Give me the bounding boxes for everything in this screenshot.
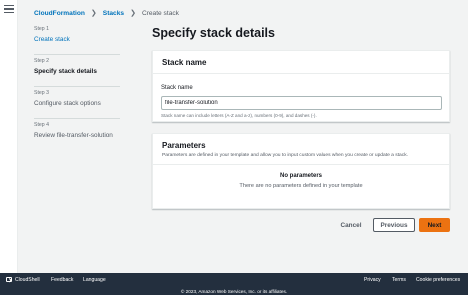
- panel-title: Stack name: [162, 58, 207, 67]
- step-link-create-stack[interactable]: Create stack: [34, 36, 120, 43]
- step-divider: [34, 54, 120, 55]
- cookie-preferences-link[interactable]: Cookie preferences: [416, 277, 460, 283]
- panel-header: Stack name: [153, 51, 449, 74]
- step-number: Step 3: [34, 90, 49, 96]
- previous-button[interactable]: Previous: [373, 218, 415, 232]
- breadcrumb-cloudformation[interactable]: CloudFormation: [34, 10, 85, 17]
- next-button[interactable]: Next: [419, 218, 450, 232]
- language-link[interactable]: Language: [83, 277, 106, 283]
- cancel-button[interactable]: Cancel: [338, 219, 364, 231]
- copyright-text: © 2023, Amazon Web Services, Inc. or its…: [180, 289, 288, 294]
- step-label: Review file-transfer-solution: [34, 132, 113, 139]
- empty-state-title: No parameters: [279, 173, 323, 179]
- panel-description: Parameters are defined in your template …: [162, 153, 409, 158]
- stack-name-panel: Stack name Stack name Stack name can inc…: [152, 50, 450, 122]
- menu-icon[interactable]: [4, 5, 14, 15]
- wizard-step-1: Step 1 Create stack: [34, 26, 120, 58]
- step-divider: [34, 86, 120, 87]
- wizard-step-4: Step 4 Review file-transfer-solution: [34, 122, 120, 154]
- terms-link[interactable]: Terms: [392, 277, 406, 283]
- terminal-icon: [6, 277, 12, 282]
- breadcrumb-current: Create stack: [141, 9, 179, 17]
- empty-state-text: There are no parameters defined in your …: [239, 183, 363, 189]
- step-number: Step 2: [34, 58, 49, 64]
- stack-name-input[interactable]: [161, 96, 442, 110]
- side-navigation-rail: [0, 0, 18, 273]
- wizard-step-2: Step 2 Specify stack details: [34, 58, 120, 90]
- console-footer: CloudShell Feedback Language Privacy Ter…: [0, 273, 468, 295]
- chevron-right-icon: ❯: [90, 10, 97, 17]
- cloudshell-button[interactable]: CloudShell: [6, 277, 40, 283]
- footer-links: CloudShell Feedback Language Privacy Ter…: [0, 273, 468, 285]
- step-label-current: Specify stack details: [34, 68, 97, 75]
- breadcrumb: CloudFormation ❯ Stacks ❯ Create stack: [34, 9, 179, 18]
- wizard-step-3: Step 3 Configure stack options: [34, 90, 120, 122]
- breadcrumb-stacks[interactable]: Stacks: [103, 10, 124, 17]
- step-number: Step 4: [34, 122, 49, 128]
- panel-header: Parameters Parameters are defined in you…: [153, 134, 449, 165]
- privacy-link[interactable]: Privacy: [364, 277, 381, 283]
- stack-name-label: Stack name: [161, 85, 193, 91]
- wizard-steps: Step 1 Create stack Step 2 Specify stack…: [34, 26, 120, 154]
- step-label: Configure stack options: [34, 100, 101, 107]
- feedback-link[interactable]: Feedback: [51, 277, 73, 283]
- panel-title: Parameters: [162, 141, 206, 150]
- chevron-right-icon: ❯: [130, 10, 136, 17]
- cloudshell-label: CloudShell: [15, 277, 40, 283]
- step-divider: [34, 118, 120, 119]
- page-title: Specify stack details: [152, 26, 275, 40]
- step-number: Step 1: [34, 26, 49, 32]
- parameters-panel: Parameters Parameters are defined in you…: [152, 133, 450, 209]
- stack-name-hint: Stack name can include letters (A-Z and …: [161, 113, 317, 118]
